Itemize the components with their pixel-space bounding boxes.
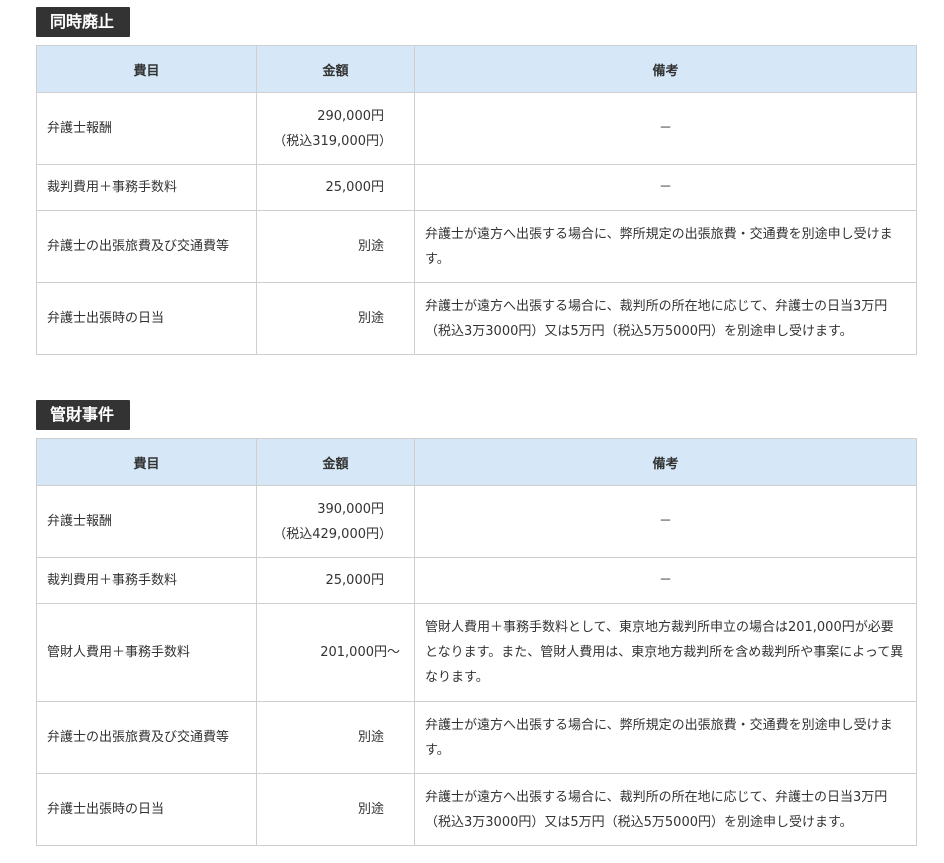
amount-tax-included: （税込319,000円）: [273, 133, 392, 149]
row-amount: 390,000円 （税込429,000円）: [256, 485, 415, 558]
row-note: 弁護士が遠方へ出張する場合に、裁判所の所在地に応じて、弁護士の日当3万円（税込3…: [414, 282, 917, 355]
row-item: 裁判費用＋事務手数料: [36, 557, 257, 604]
header-note: 備考: [414, 438, 917, 486]
header-item: 費目: [36, 438, 257, 486]
row-item: 弁護士出張時の日当: [36, 773, 257, 846]
section-doji-haishi: 同時廃止 費目 金額 備考 弁護士報酬 290,000円 （税込319,000円…: [36, 7, 917, 355]
table-row: 管財人費用＋事務手数料 201,000円～ 管財人費用＋事務手数料として、東京地…: [36, 603, 917, 702]
table-row: 弁護士出張時の日当 別途 弁護士が遠方へ出張する場合に、裁判所の所在地に応じて、…: [36, 773, 917, 846]
row-note: 弁護士が遠方へ出張する場合に、裁判所の所在地に応じて、弁護士の日当3万円（税込3…: [414, 773, 917, 846]
section-heading: 管財事件: [36, 400, 131, 430]
amount-tax-included: （税込429,000円）: [273, 526, 392, 542]
row-note: 弁護士が遠方へ出張する場合に、弊所規定の出張旅費・交通費を別途申し受けます。: [414, 210, 917, 283]
row-amount: 別途: [256, 773, 415, 846]
table-row: 弁護士の出張旅費及び交通費等 別途 弁護士が遠方へ出張する場合に、弊所規定の出張…: [36, 701, 917, 774]
table-row: 弁護士出張時の日当 別途 弁護士が遠方へ出張する場合に、裁判所の所在地に応じて、…: [36, 282, 917, 355]
table-header-row: 費目 金額 備考: [36, 438, 917, 486]
row-note: －: [414, 557, 917, 604]
table-row: 弁護士の出張旅費及び交通費等 別途 弁護士が遠方へ出張する場合に、弊所規定の出張…: [36, 210, 917, 283]
header-note: 備考: [414, 45, 917, 93]
row-amount: 別途: [256, 701, 415, 774]
row-amount: 25,000円: [256, 557, 415, 604]
row-item: 弁護士出張時の日当: [36, 282, 257, 355]
row-item: 弁護士の出張旅費及び交通費等: [36, 210, 257, 283]
row-item: 裁判費用＋事務手数料: [36, 164, 257, 211]
amount-main: 390,000円: [317, 501, 384, 517]
row-note: 管財人費用＋事務手数料として、東京地方裁判所申立の場合は201,000円が必要と…: [414, 603, 917, 702]
row-note: 弁護士が遠方へ出張する場合に、弊所規定の出張旅費・交通費を別途申し受けます。: [414, 701, 917, 774]
table-header-row: 費目 金額 備考: [36, 45, 917, 93]
table-row: 裁判費用＋事務手数料 25,000円 －: [36, 557, 917, 604]
row-amount: 290,000円 （税込319,000円）: [256, 92, 415, 165]
amount-main: 290,000円: [317, 108, 384, 124]
row-item: 弁護士報酬: [36, 92, 257, 165]
fee-table: 費目 金額 備考 弁護士報酬 290,000円 （税込319,000円） － 裁…: [36, 45, 917, 355]
row-item: 弁護士報酬: [36, 485, 257, 558]
row-amount: 別途: [256, 282, 415, 355]
row-item: 弁護士の出張旅費及び交通費等: [36, 701, 257, 774]
header-amount: 金額: [256, 45, 415, 93]
row-amount: 25,000円: [256, 164, 415, 211]
row-note: －: [414, 92, 917, 165]
fee-table: 費目 金額 備考 弁護士報酬 390,000円 （税込429,000円） － 裁…: [36, 438, 917, 846]
row-note: －: [414, 164, 917, 211]
table-row: 弁護士報酬 390,000円 （税込429,000円） －: [36, 485, 917, 558]
row-note: －: [414, 485, 917, 558]
row-amount: 201,000円～: [256, 603, 415, 702]
header-item: 費目: [36, 45, 257, 93]
row-item: 管財人費用＋事務手数料: [36, 603, 257, 702]
section-heading: 同時廃止: [36, 7, 131, 37]
table-row: 裁判費用＋事務手数料 25,000円 －: [36, 164, 917, 211]
row-amount: 別途: [256, 210, 415, 283]
section-kanzai-jiken: 管財事件 費目 金額 備考 弁護士報酬 390,000円 （税込429,000円…: [36, 400, 917, 846]
header-amount: 金額: [256, 438, 415, 486]
table-row: 弁護士報酬 290,000円 （税込319,000円） －: [36, 92, 917, 165]
